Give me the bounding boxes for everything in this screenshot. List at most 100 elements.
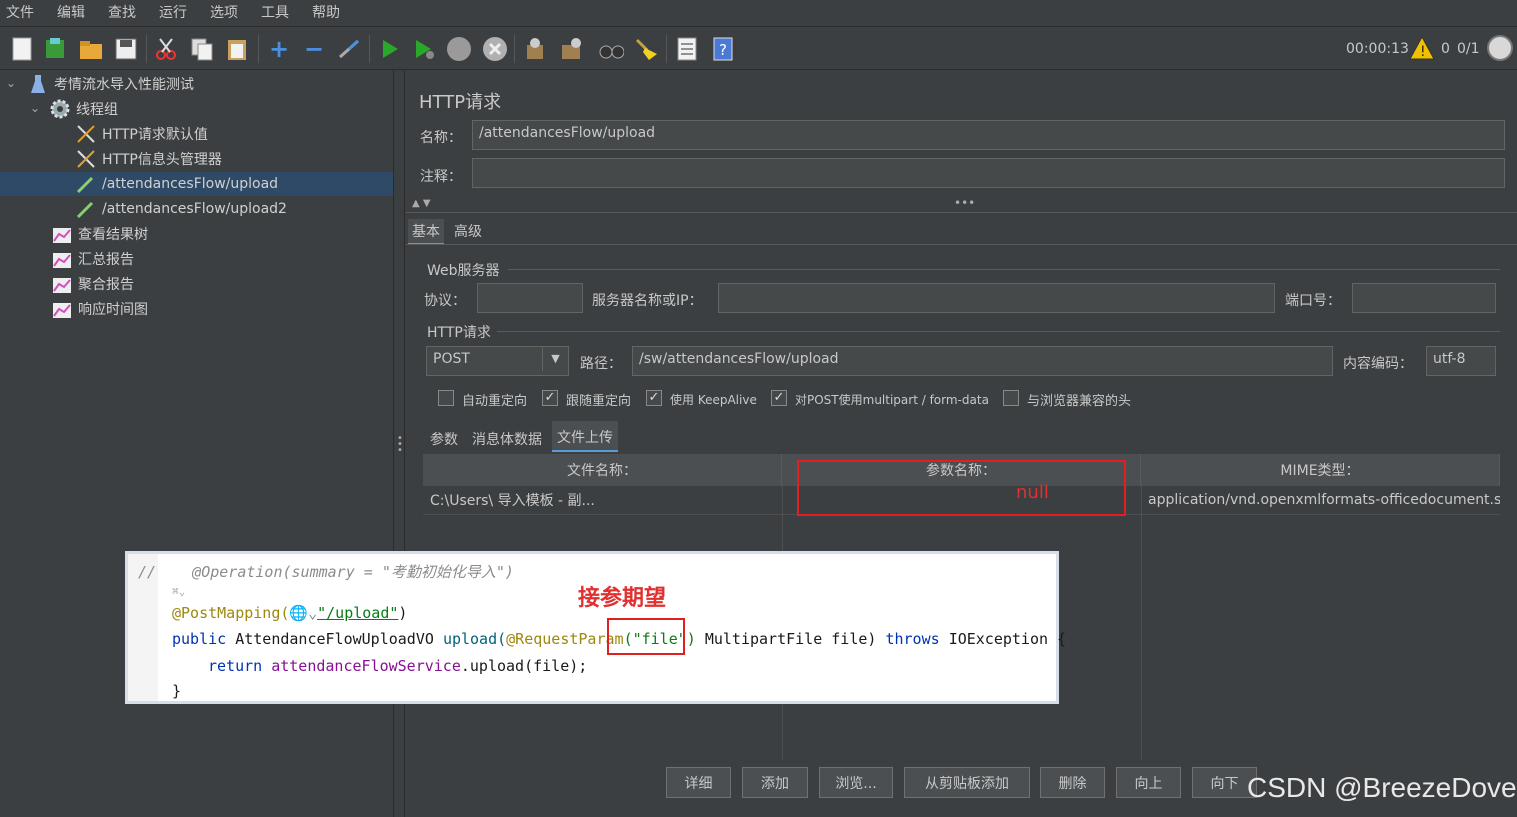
collapse-arrows-icon[interactable]: ▲ ▼ — [412, 198, 431, 209]
code-token: ) — [398, 604, 408, 622]
cell-mime-type[interactable]: application/vnd.openxmlformats-officedoc… — [1141, 486, 1500, 514]
reset-search-icon[interactable] — [633, 36, 659, 62]
port-label: 端口号： — [1285, 293, 1341, 309]
column-divider — [1141, 486, 1142, 760]
tree-node-label: HTTP请求默认值 — [102, 127, 208, 143]
tree-node-http-defaults[interactable]: HTTP请求默认值 — [76, 122, 208, 146]
templates-icon[interactable] — [42, 36, 68, 62]
cut-icon[interactable] — [153, 36, 179, 62]
code-line-return: return attendanceFlowService.upload(file… — [208, 657, 587, 675]
tab-advanced[interactable]: 高级 — [450, 219, 486, 243]
port-field[interactable] — [1352, 283, 1496, 313]
collapse-icon[interactable]: − — [301, 35, 327, 63]
menu-search[interactable]: 查找 — [108, 2, 147, 22]
shutdown-icon[interactable] — [482, 36, 508, 62]
add-button[interactable]: 添加 — [742, 767, 808, 798]
dropdown-arrow-icon[interactable]: ▼ — [542, 347, 568, 371]
tree-node-label: /attendancesFlow/upload — [102, 176, 279, 192]
name-label: 名称： — [420, 130, 462, 146]
cell-filename[interactable]: C:\Users\ 导入模板 - 副... — [423, 486, 782, 514]
wrench-icon — [76, 149, 96, 169]
add-from-clipboard-button[interactable]: 从剪贴板添加 — [904, 767, 1030, 798]
divider — [497, 331, 1500, 332]
path-field[interactable]: /sw/attendancesFlow/upload — [632, 346, 1333, 376]
tree-node-aggregate-report[interactable]: 聚合报告 — [52, 272, 134, 296]
highlight-box — [607, 618, 685, 655]
warning-icon[interactable]: ! — [1409, 35, 1435, 60]
tree-node-label: 考情流水导入性能测试 — [54, 77, 194, 93]
menu-bar: 文件 编辑 查找 运行 选项 工具 帮助 — [0, 0, 1517, 24]
tree-node-results-tree[interactable]: 查看结果树 — [52, 222, 148, 246]
checkbox-auto-redirect[interactable] — [438, 390, 454, 406]
clear-icon[interactable] — [522, 36, 548, 62]
panel-title: HTTP请求 — [419, 92, 502, 113]
tree-node-upload2[interactable]: /attendancesFlow/upload2 — [76, 197, 287, 221]
remote-globe-icon[interactable] — [1487, 35, 1513, 61]
chart-icon — [52, 274, 72, 294]
save-icon[interactable] — [113, 36, 139, 62]
menu-file[interactable]: 文件 — [6, 2, 45, 22]
tree-node-upload[interactable]: /attendancesFlow/upload — [0, 172, 393, 196]
highlight-box — [797, 460, 1126, 516]
divider — [508, 269, 1500, 270]
delete-button[interactable]: 删除 — [1040, 767, 1105, 798]
menu-run[interactable]: 运行 — [159, 2, 198, 22]
column-header-mime-type[interactable]: MIME类型： — [1141, 454, 1500, 486]
start-no-pause-icon[interactable] — [412, 36, 438, 62]
copy-icon[interactable] — [189, 36, 215, 62]
tab-body-data[interactable]: 消息体数据 — [468, 427, 546, 451]
name-field[interactable]: /attendancesFlow/upload — [472, 120, 1505, 150]
comment-field[interactable] — [472, 158, 1505, 188]
tree-node-response-time-graph[interactable]: 响应时间图 — [52, 297, 148, 321]
stop-icon[interactable] — [446, 36, 472, 62]
function-helper-icon[interactable] — [674, 36, 700, 62]
menu-tools[interactable]: 工具 — [261, 2, 300, 22]
checkbox-multipart[interactable]: ✓ — [771, 390, 787, 406]
tree-node-summary-report[interactable]: 汇总报告 — [52, 247, 134, 271]
expand-icon[interactable]: + — [266, 35, 292, 63]
path-label: 路径： — [580, 356, 622, 372]
drag-handle-icon[interactable]: ••• — [954, 196, 975, 210]
chevron-down-icon[interactable]: ⌄ — [30, 101, 40, 115]
tree-node-label: 线程组 — [76, 102, 118, 118]
tree-node-thread-group[interactable]: 线程组 — [50, 97, 118, 121]
help-icon[interactable]: ? — [710, 36, 736, 62]
clear-all-icon[interactable] — [558, 36, 584, 62]
encoding-field[interactable]: utf-8 — [1426, 346, 1496, 376]
paste-icon[interactable] — [224, 36, 250, 62]
tree-node-label: 汇总报告 — [78, 252, 134, 268]
tree-node-header-manager[interactable]: HTTP信息头管理器 — [76, 147, 222, 171]
menu-help[interactable]: 帮助 — [312, 2, 351, 22]
checkbox-browser-compatible[interactable] — [1003, 390, 1019, 406]
code-token: @PostMapping( — [172, 604, 290, 622]
toggle-icon[interactable] — [336, 36, 362, 62]
menu-options[interactable]: 选项 — [210, 2, 249, 22]
details-button[interactable]: 详细 — [666, 767, 731, 798]
comment-label: 注释： — [420, 169, 462, 185]
chevron-down-icon[interactable]: ⌄ — [6, 76, 16, 90]
active-threads: 0/1 — [1457, 41, 1480, 57]
new-icon[interactable] — [9, 36, 35, 62]
code-token: public — [172, 630, 236, 648]
chart-icon — [52, 299, 72, 319]
checkbox-keepalive[interactable]: ✓ — [646, 390, 662, 406]
open-icon[interactable] — [78, 36, 104, 62]
chart-icon — [52, 249, 72, 269]
start-icon[interactable] — [377, 36, 403, 62]
tree-node-test-plan[interactable]: 考情流水导入性能测试 — [28, 72, 194, 96]
tree-node-label: HTTP信息头管理器 — [102, 152, 222, 168]
checkbox-follow-redirect[interactable]: ✓ — [542, 390, 558, 406]
move-up-button[interactable]: 向上 — [1116, 767, 1181, 798]
tab-parameters[interactable]: 参数 — [426, 427, 462, 451]
tab-file-upload[interactable]: 文件上传 — [552, 421, 618, 452]
browse-button[interactable]: 浏览... — [819, 767, 893, 798]
http-request-group-label: HTTP请求 — [427, 325, 491, 341]
server-field[interactable] — [718, 283, 1275, 313]
column-header-filename[interactable]: 文件名称： — [423, 454, 782, 486]
search-binoculars-icon[interactable] — [598, 36, 624, 62]
tab-basic[interactable]: 基本 — [408, 219, 444, 245]
menu-edit[interactable]: 编辑 — [57, 2, 96, 22]
split-handle-icon[interactable]: • • • — [397, 434, 403, 456]
code-token: .upload(file); — [460, 657, 588, 675]
protocol-field[interactable] — [477, 283, 583, 313]
